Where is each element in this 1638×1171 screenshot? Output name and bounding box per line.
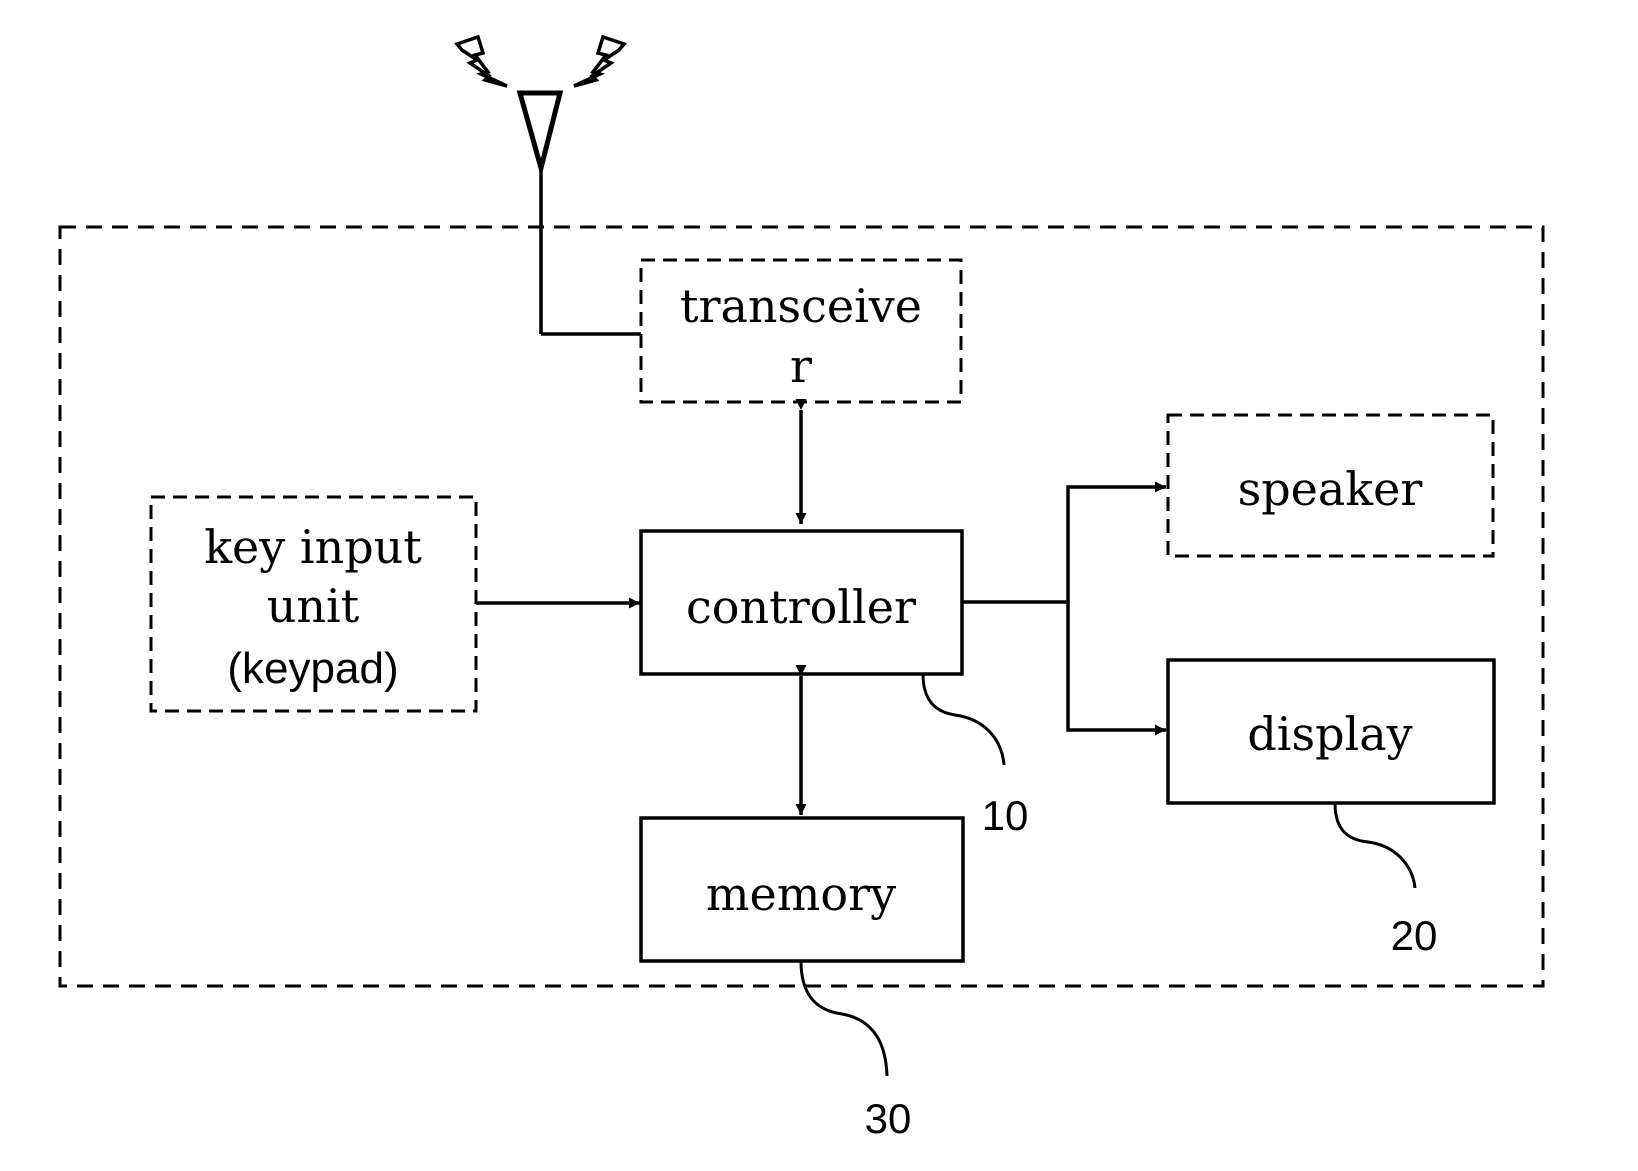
speaker-label: speaker bbox=[1238, 462, 1423, 516]
controller-display-arrow bbox=[1066, 602, 1166, 736]
display-ref-number: 20 bbox=[1391, 912, 1438, 959]
block-diagram: transceive r key input unit (keypad) con… bbox=[58, 34, 1545, 1142]
controller-output-bus bbox=[962, 481, 1166, 736]
display-block: display bbox=[1166, 658, 1496, 805]
signal-wave-right-icon bbox=[573, 34, 627, 88]
key-input-label-line3: (keypad) bbox=[227, 644, 398, 693]
memory-ref-number: 30 bbox=[865, 1095, 912, 1142]
key-input-label-line1: key input bbox=[204, 520, 422, 574]
memory-block: memory bbox=[639, 816, 965, 963]
key-input-label-line2: unit bbox=[267, 579, 360, 633]
display-label: display bbox=[1247, 707, 1412, 761]
controller-label: controller bbox=[686, 580, 916, 634]
signal-wave-left-icon bbox=[454, 34, 508, 88]
key-input-unit-block: key input unit (keypad) bbox=[149, 495, 478, 713]
controller-block: controller bbox=[639, 529, 964, 676]
controller-speaker-arrow bbox=[962, 481, 1166, 604]
display-ref-leader bbox=[1333, 802, 1417, 889]
antenna-icon bbox=[516, 90, 641, 336]
memory-label: memory bbox=[706, 867, 896, 921]
transceiver-block: transceive r bbox=[639, 258, 963, 404]
controller-ref-number: 10 bbox=[982, 792, 1029, 839]
speaker-block: speaker bbox=[1166, 413, 1495, 558]
transceiver-label-line1: transceive bbox=[680, 279, 922, 333]
memory-ref-leader bbox=[799, 960, 889, 1077]
transceiver-label-line2: r bbox=[790, 339, 812, 393]
controller-ref-leader bbox=[921, 673, 1006, 766]
